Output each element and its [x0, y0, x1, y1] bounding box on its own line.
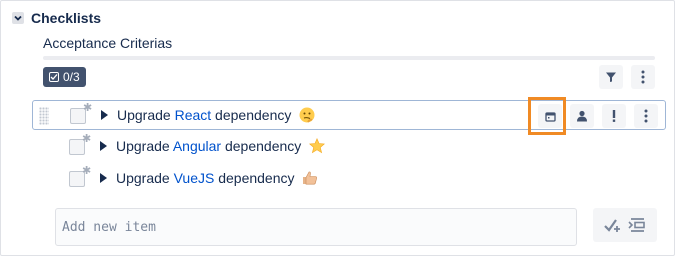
mandatory-asterisk-icon: ✱: [83, 102, 93, 114]
star-icon: [309, 138, 326, 154]
section-title: Checklists: [31, 10, 102, 26]
checklist-item[interactable]: ✱ Upgrade VueJS dependency: [32, 164, 666, 194]
exclamation-icon: [612, 110, 616, 122]
assign-user-button[interactable]: [570, 104, 594, 128]
checklist-item[interactable]: ✱ Upgrade React dependency: [32, 100, 666, 130]
mandatory-asterisk-icon: ✱: [82, 133, 92, 145]
item-more-button[interactable]: [634, 104, 658, 128]
item-text[interactable]: Upgrade VueJS dependency: [116, 170, 318, 186]
checklist-more-button[interactable]: [631, 65, 655, 89]
completion-badge: 0/3: [43, 67, 86, 87]
expand-arrow-icon[interactable]: [100, 173, 107, 183]
item-link[interactable]: React: [175, 107, 212, 123]
more-vertical-icon: [641, 70, 645, 84]
user-icon: [577, 110, 587, 122]
completion-count: 0/3: [63, 70, 80, 84]
expand-arrow-icon[interactable]: [101, 110, 108, 120]
thinking-face-icon: [299, 107, 315, 123]
item-text[interactable]: Upgrade React dependency: [117, 107, 315, 123]
chevron-down-icon: [14, 15, 22, 21]
drag-handle-icon[interactable]: [39, 107, 49, 125]
expand-arrow-icon[interactable]: [100, 141, 107, 151]
item-text-prefix: Upgrade: [117, 107, 175, 123]
more-vertical-icon: [644, 109, 648, 123]
item-text-prefix: Upgrade: [116, 170, 174, 186]
item-text-suffix: dependency: [221, 138, 302, 154]
item-text-suffix: dependency: [214, 170, 295, 186]
checklist-panel: Checklists Acceptance Criterias 0/3 ✱ Up…: [0, 0, 675, 256]
progress-bar: [43, 56, 655, 60]
add-item-button[interactable]: [593, 208, 657, 242]
item-text-suffix: dependency: [211, 107, 292, 123]
priority-button[interactable]: [602, 104, 626, 128]
thumbs-up-icon: [303, 171, 318, 185]
item-link[interactable]: Angular: [173, 138, 221, 154]
item-link[interactable]: VueJS: [174, 170, 215, 186]
item-text[interactable]: Upgrade Angular dependency: [116, 138, 326, 154]
add-item-input[interactable]: [55, 208, 577, 246]
item-text-prefix: Upgrade: [116, 138, 173, 154]
check-add-icon: [604, 219, 620, 232]
collapse-toggle[interactable]: [12, 12, 24, 24]
filter-icon: [606, 72, 616, 82]
checklist-item[interactable]: ✱ Upgrade Angular dependency: [32, 132, 666, 162]
checklist-name[interactable]: Acceptance Criterias: [43, 35, 172, 51]
filter-button[interactable]: [599, 65, 623, 89]
highlight-box: [528, 97, 566, 135]
add-to-list-icon: [628, 218, 645, 232]
mandatory-asterisk-icon: ✱: [82, 165, 92, 177]
checkbox-icon: [49, 72, 59, 82]
